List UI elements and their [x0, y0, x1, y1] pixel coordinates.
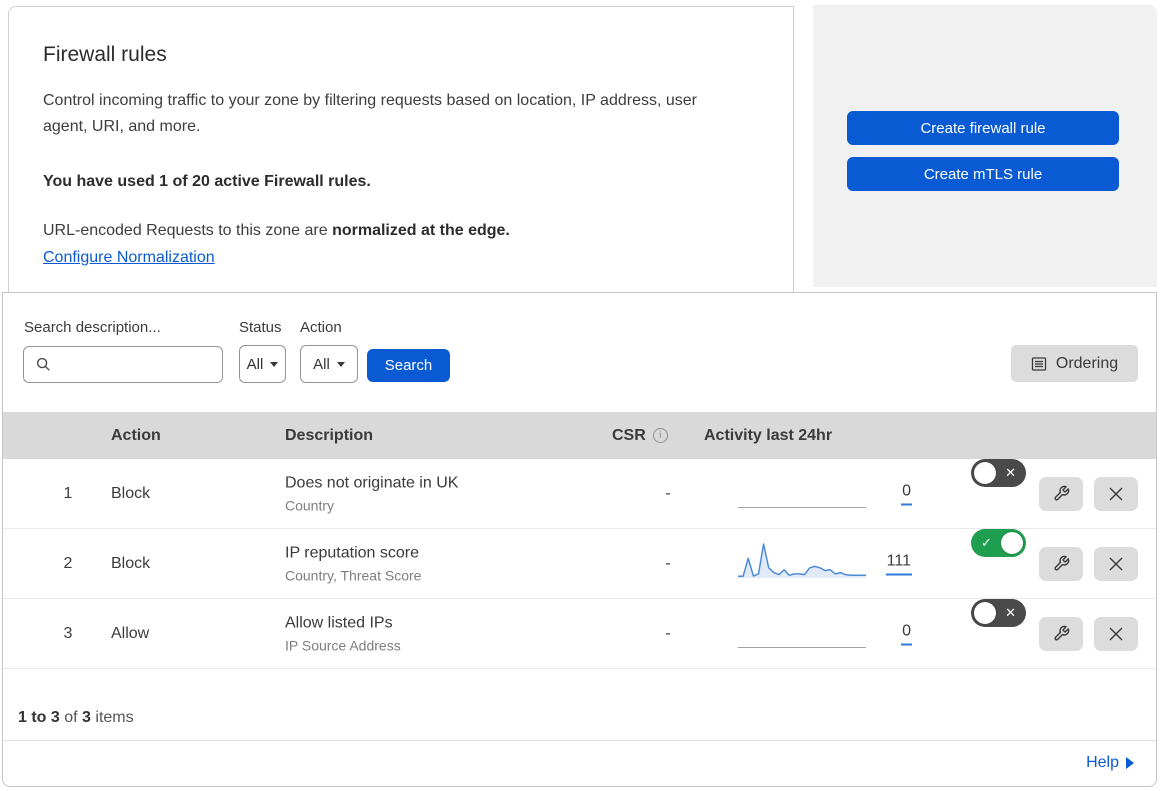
rule-fields-text: Country: [285, 497, 335, 513]
search-button[interactable]: Search: [367, 349, 450, 382]
activity-sparkline: [738, 609, 866, 653]
help-link[interactable]: Help: [1086, 754, 1134, 772]
rule-description-text: IP reputation score: [285, 544, 420, 561]
firewall-rules-header-card: Firewall rules Control incoming traffic …: [8, 6, 794, 293]
close-icon: [1109, 627, 1123, 640]
activity-count-link[interactable]: 0: [901, 482, 912, 505]
activity-count: 0: [858, 622, 912, 645]
search-input[interactable]: [59, 355, 214, 374]
rule-description: IP reputation score Country, Threat Scor…: [285, 544, 421, 583]
activity-sparkline: [738, 469, 866, 513]
activity-count-link[interactable]: 111: [885, 552, 912, 575]
action-dropdown[interactable]: All: [300, 345, 358, 383]
search-icon: [36, 357, 50, 371]
pagination-total: 3: [82, 709, 91, 726]
table-row: 1 Block Does not originate in UK Country…: [3, 459, 1156, 529]
chevron-down-icon: [270, 361, 279, 367]
chevron-down-icon: [336, 361, 345, 367]
usage-text: You have used 1 of 20 active Firewall ru…: [43, 173, 371, 190]
delete-rule-button[interactable]: [1094, 476, 1138, 511]
rule-description: Does not originate in UK Country: [285, 474, 458, 513]
edit-rule-button[interactable]: [1039, 476, 1083, 511]
pagination-range: 1 to 3: [18, 709, 60, 726]
rule-enable-toggle[interactable]: ✓ ✕: [971, 529, 1026, 557]
configure-normalization-link[interactable]: Configure Normalization: [43, 249, 215, 266]
csr-label: CSR: [612, 427, 646, 444]
rule-enable-toggle[interactable]: ✓ ✕: [971, 599, 1026, 627]
table-header-row: Action Description CSR i Activity last 2…: [3, 412, 1156, 459]
column-header-description: Description: [285, 427, 374, 444]
wrench-icon: [1053, 555, 1069, 571]
search-label: Search description...: [24, 319, 161, 336]
table-row: 2 Block IP reputation score Country, Thr…: [3, 529, 1156, 599]
status-dropdown[interactable]: All: [239, 345, 286, 383]
wrench-icon: [1053, 625, 1069, 641]
activity-count-link[interactable]: 0: [901, 622, 912, 645]
rule-action: Allow: [111, 624, 150, 642]
delete-rule-button[interactable]: [1094, 546, 1138, 581]
action-label: Action: [300, 319, 342, 336]
pagination-of: of: [59, 709, 83, 726]
status-dropdown-value: All: [246, 355, 264, 373]
edit-rule-button[interactable]: [1039, 546, 1083, 581]
pagination-summary: 1 to 3 of 3 items: [18, 709, 134, 727]
column-header-activity: Activity last 24hr: [704, 427, 833, 444]
divider: [3, 740, 1156, 741]
normalization-bold: normalized at the edge.: [332, 222, 510, 239]
rule-csr-value: -: [665, 484, 671, 502]
wrench-icon: [1053, 485, 1069, 501]
ordering-button-label: Ordering: [1055, 354, 1119, 372]
rule-fields-text: Country, Threat Score: [285, 567, 422, 583]
table-row: 3 Allow Allow listed IPs IP Source Addre…: [3, 599, 1156, 669]
edit-rule-button[interactable]: [1039, 616, 1083, 651]
rule-csr-value: -: [665, 554, 671, 572]
x-icon: ✕: [1005, 605, 1016, 620]
ordering-button[interactable]: Ordering: [1011, 345, 1138, 382]
toggle-knob: [974, 602, 996, 624]
rule-action: Block: [111, 554, 151, 572]
rule-description-text: Does not originate in UK: [285, 474, 459, 491]
activity-count: 0: [858, 482, 912, 505]
help-label: Help: [1086, 754, 1119, 771]
column-header-csr: CSR i: [612, 412, 668, 459]
rules-list-card: Search description... Status Action All …: [2, 292, 1157, 787]
status-label: Status: [239, 319, 282, 336]
rule-priority: 3: [63, 624, 73, 642]
rule-priority: 1: [63, 484, 73, 502]
toggle-knob: [1001, 532, 1023, 554]
page-title: Firewall rules: [43, 43, 167, 66]
action-dropdown-value: All: [313, 355, 330, 373]
rule-action: Block: [111, 484, 151, 502]
column-header-action: Action: [111, 427, 161, 444]
page-description: Control incoming traffic to your zone by…: [43, 92, 697, 135]
search-box[interactable]: [23, 346, 223, 383]
toggle-knob: [974, 462, 996, 484]
activity-count: 111: [858, 552, 912, 575]
delete-rule-button[interactable]: [1094, 616, 1138, 651]
rule-fields-text: IP Source Address: [285, 637, 401, 653]
close-icon: [1109, 557, 1123, 570]
close-icon: [1109, 487, 1123, 500]
create-mtls-rule-button[interactable]: Create mTLS rule: [847, 157, 1119, 191]
arrow-right-icon: [1126, 757, 1134, 769]
create-firewall-rule-button[interactable]: Create firewall rule: [847, 111, 1119, 145]
x-icon: ✕: [1005, 465, 1016, 480]
ordering-list-icon: [1031, 356, 1047, 371]
normalization-prefix: URL-encoded Requests to this zone are: [43, 222, 333, 239]
normalization-text: URL-encoded Requests to this zone are no…: [43, 222, 731, 240]
info-icon[interactable]: i: [652, 428, 668, 443]
rule-csr-value: -: [665, 624, 671, 642]
rule-priority: 2: [63, 554, 73, 572]
cta-panel: Create firewall rule Create mTLS rule: [813, 5, 1157, 287]
activity-sparkline: [738, 539, 866, 583]
rule-description-text: Allow listed IPs: [285, 614, 393, 631]
rule-description: Allow listed IPs IP Source Address: [285, 614, 401, 653]
check-icon: ✓: [981, 535, 992, 550]
pagination-items: items: [90, 709, 134, 726]
rule-enable-toggle[interactable]: ✓ ✕: [971, 459, 1026, 487]
